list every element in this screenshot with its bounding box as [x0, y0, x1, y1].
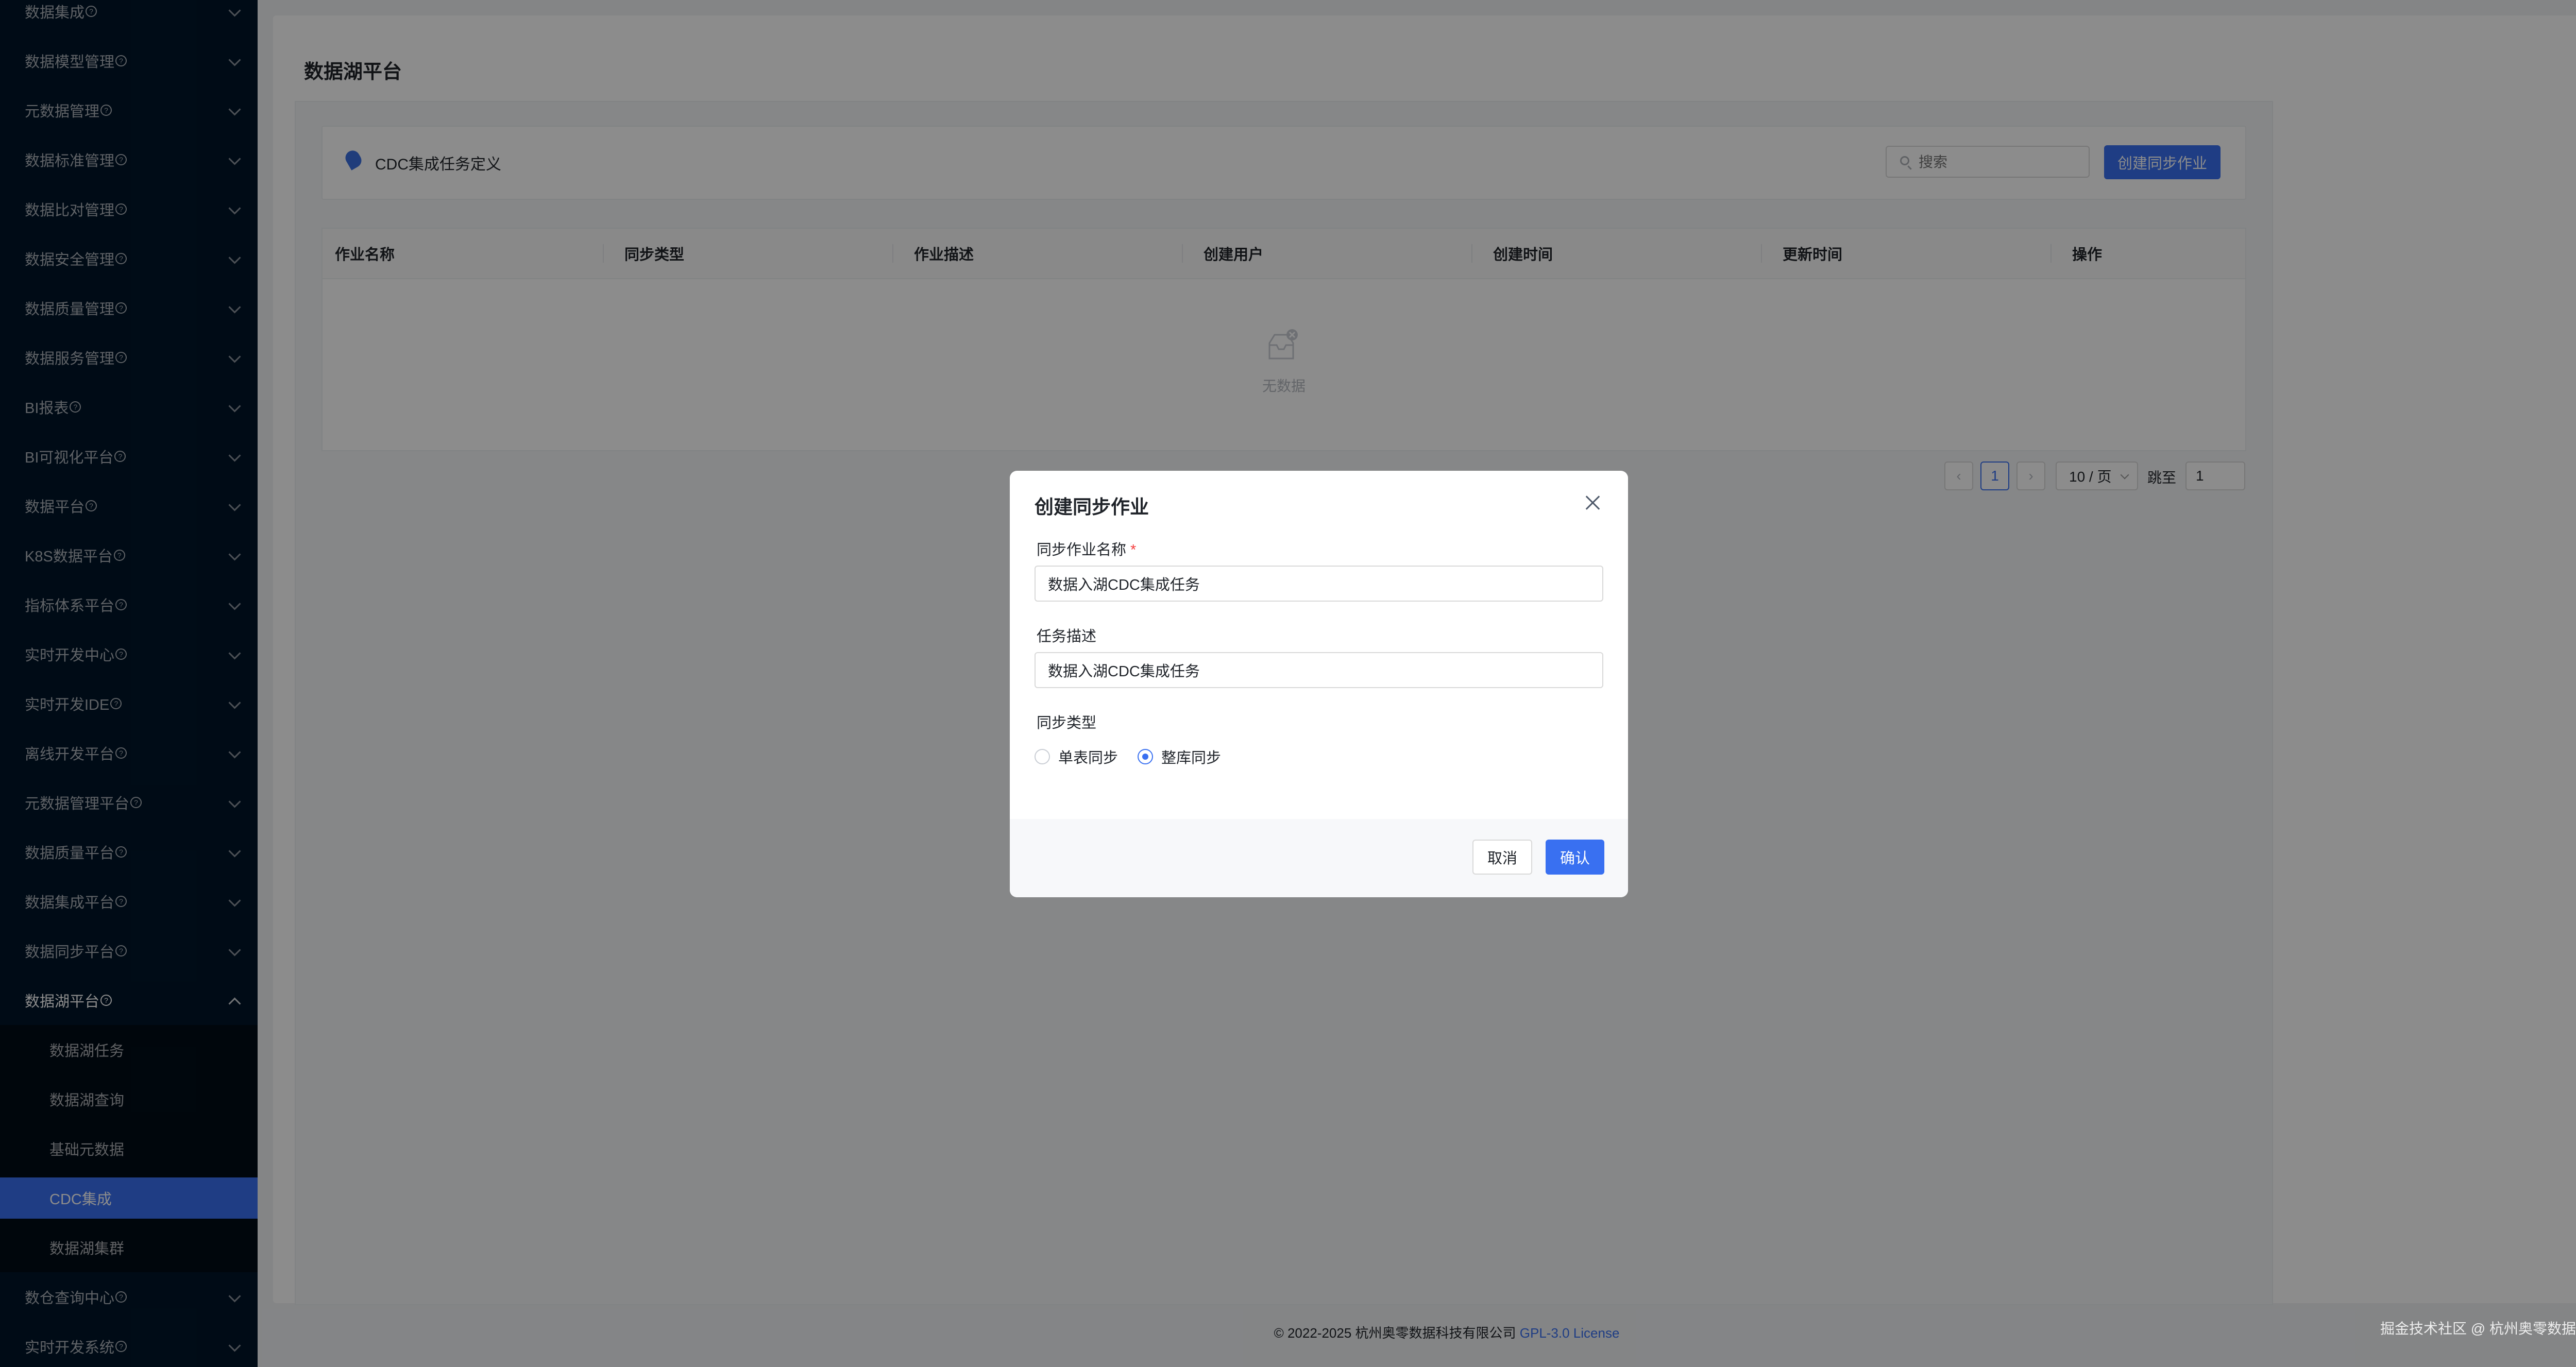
- dialog-footer: 取消 确认: [1010, 819, 1628, 897]
- close-icon[interactable]: [1584, 493, 1602, 512]
- dialog-title: 创建同步作业: [1035, 497, 1149, 518]
- task-desc-input[interactable]: [1036, 653, 1602, 687]
- sync-type-label: 同步类型: [1037, 715, 1097, 731]
- cancel-button[interactable]: 取消: [1472, 840, 1532, 875]
- job-name-input[interactable]: [1036, 567, 1602, 601]
- task-desc-field: [1035, 652, 1603, 688]
- radio-button-checked[interactable]: [1138, 749, 1153, 764]
- radio-single-table[interactable]: 单表同步: [1035, 746, 1118, 767]
- radio-label: 整库同步: [1161, 750, 1222, 766]
- radio-whole-database[interactable]: 整库同步: [1138, 746, 1221, 767]
- required-mark: *: [1130, 542, 1137, 558]
- radio-label: 单表同步: [1058, 750, 1118, 766]
- job-name-field: [1035, 566, 1603, 602]
- task-desc-label: 任务描述: [1037, 628, 1097, 645]
- confirm-button[interactable]: 确认: [1546, 840, 1604, 875]
- job-name-label-text: 同步作业名称: [1037, 542, 1127, 558]
- radio-button[interactable]: [1035, 749, 1050, 764]
- create-sync-job-dialog: 创建同步作业 同步作业名称* 任务描述 同步类型 单表同步 整库同步 取消 确认: [1010, 471, 1628, 897]
- job-name-label: 同步作业名称 *: [1037, 538, 1136, 559]
- watermark: 掘金技术社区 @ 杭州奥零数据科技: [2380, 1321, 2576, 1337]
